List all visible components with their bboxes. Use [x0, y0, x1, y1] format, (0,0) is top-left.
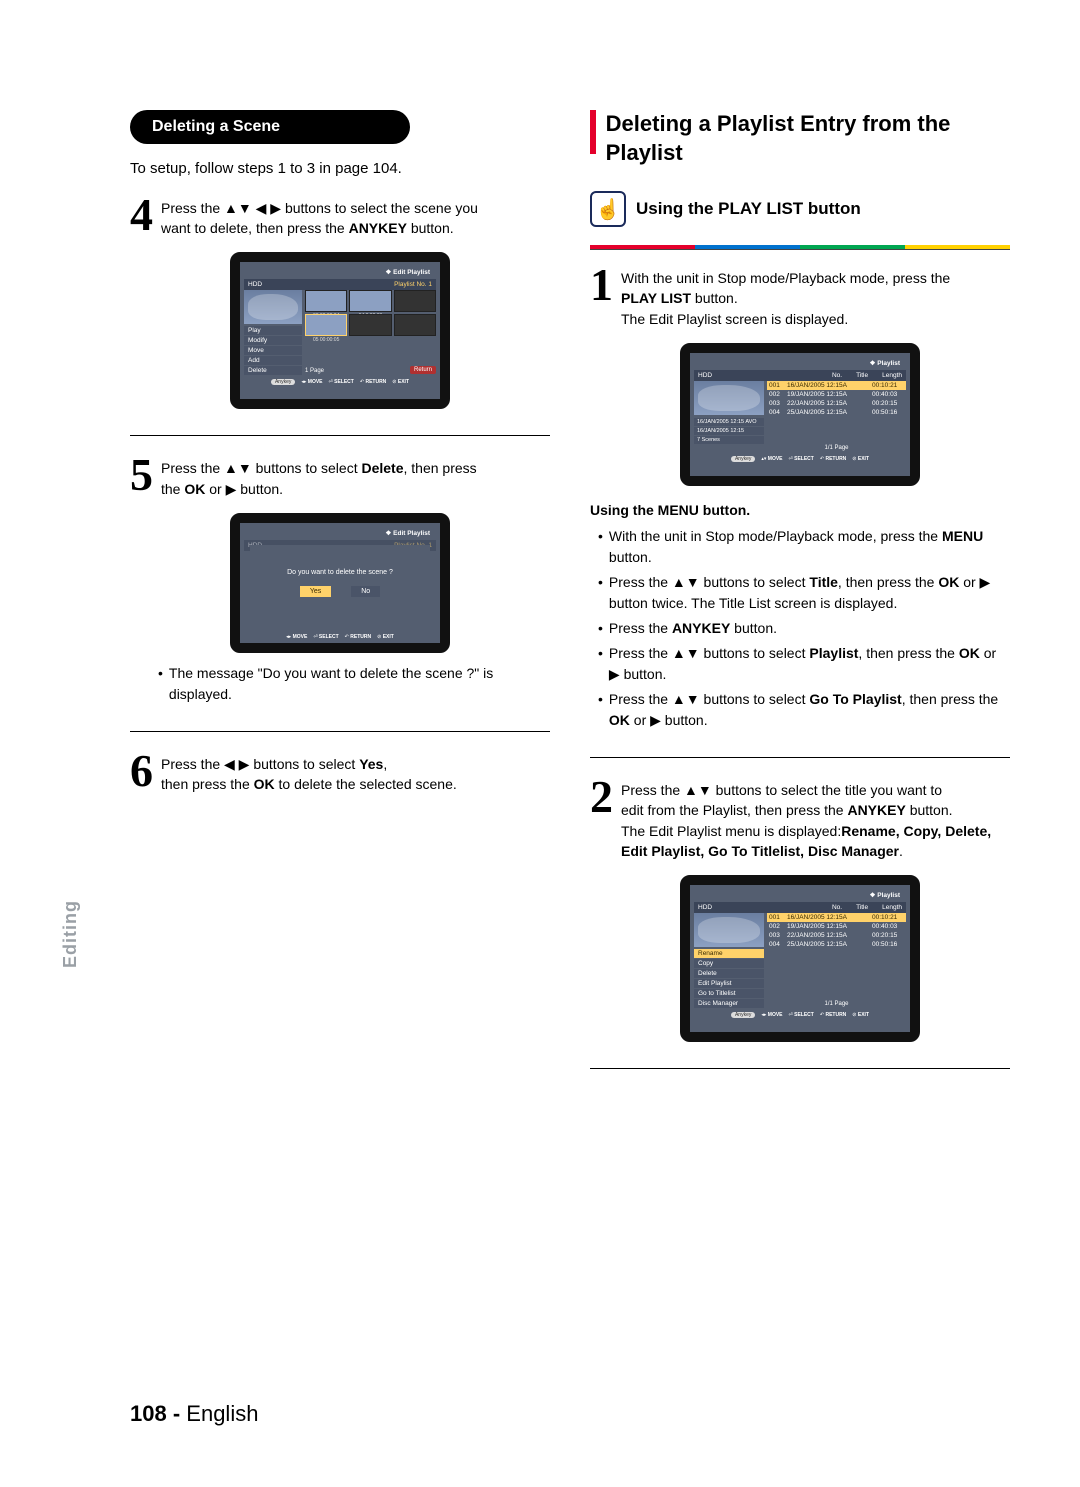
menu-subheading: Using the MENU button.	[590, 502, 1010, 518]
step-1: 1 With the unit in Stop mode/Playback mo…	[590, 264, 1010, 329]
left-column: Deleting a Scene To setup, follow steps …	[130, 110, 550, 1087]
right-column: Deleting a Playlist Entry from the Playl…	[590, 110, 1010, 1087]
preview-thumb	[244, 290, 302, 324]
screen-delete-confirm: Edit Playlist HDDPlaylist No. 1 Do you w…	[230, 513, 450, 653]
dialog-no: No	[351, 586, 380, 597]
preview-thumb	[694, 381, 764, 415]
subheading: Using the PLAY LIST button	[636, 199, 861, 219]
intro-text: To setup, follow steps 1 to 3 in page 10…	[130, 158, 550, 180]
screen-playlist-menu: Playlist HDD No.TitleLength Rename Copy …	[680, 875, 920, 1042]
step-number: 4	[130, 194, 153, 235]
section-heading: Deleting a Playlist Entry from the Playl…	[590, 110, 1010, 167]
dialog-yes: Yes	[300, 586, 331, 597]
side-tab: Editing	[60, 900, 81, 968]
page-footer: 108 - English	[130, 1401, 258, 1427]
step-2: 2 Press the ▲▼ buttons to select the tit…	[590, 776, 1010, 861]
hand-icon: ☝	[590, 191, 626, 227]
screen-edit-playlist-thumbs: Edit Playlist HDDPlaylist No. 1 Play Mod…	[230, 252, 450, 409]
step-5: 5 Press the ▲▼ buttons to select Delete,…	[130, 454, 550, 499]
screen-playlist-list: Playlist HDD No.TitleLength 16/JAN/2005 …	[680, 343, 920, 486]
section-heading-pill: Deleting a Scene	[130, 110, 410, 144]
confirm-bullet: The message "Do you want to delete the s…	[169, 663, 550, 705]
heading-accent	[590, 110, 596, 154]
step-6: 6 Press the ◀ ▶ buttons to select Yes, t…	[130, 750, 550, 795]
step-4: 4 Press the ▲▼ ◀ ▶ buttons to select the…	[130, 194, 550, 239]
